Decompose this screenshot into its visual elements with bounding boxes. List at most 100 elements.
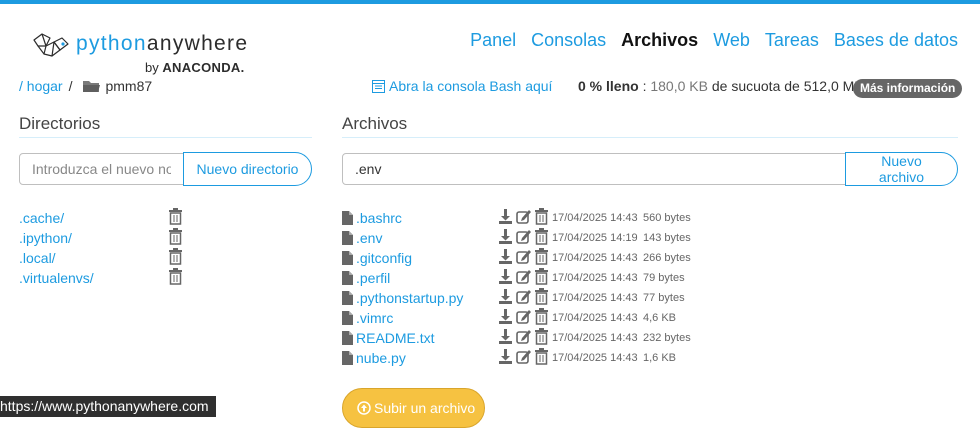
new-directory-button[interactable]: Nuevo directorio: [183, 152, 312, 186]
file-size: 1,6 KB: [643, 352, 677, 364]
more-info-badge[interactable]: Más información: [853, 79, 963, 98]
new-file-input[interactable]: [342, 153, 846, 185]
file-size: 266 bytes: [643, 252, 691, 264]
delete-directory-trash-icon[interactable]: [168, 268, 183, 288]
download-icon[interactable]: [498, 248, 513, 268]
file-actions: [498, 288, 549, 308]
edit-icon[interactable]: [516, 308, 531, 328]
file-icon: [342, 271, 353, 285]
download-icon[interactable]: [498, 228, 513, 248]
logo-wordmark: pythonanywhere: [76, 32, 249, 55]
nav-consolas[interactable]: Consolas: [531, 30, 606, 51]
file-link[interactable]: nube.py: [356, 350, 406, 366]
file-link[interactable]: .pythonstartup.py: [356, 290, 463, 306]
delete-trash-icon[interactable]: [534, 268, 549, 288]
file-icon: [342, 211, 353, 225]
download-icon[interactable]: [498, 308, 513, 328]
file-size: 77 bytes: [643, 292, 685, 304]
file-link[interactable]: .vimrc: [356, 310, 393, 326]
upload-file-button[interactable]: Subir un archivo: [342, 388, 485, 428]
upload-circle-icon: [357, 401, 371, 415]
new-directory-input[interactable]: [19, 153, 184, 185]
edit-icon[interactable]: [516, 248, 531, 268]
file-link[interactable]: .bashrc: [356, 210, 402, 226]
file-modified-date: 17/04/2025 14:43: [552, 252, 638, 264]
terminal-icon: [372, 79, 385, 93]
download-icon[interactable]: [498, 268, 513, 288]
bash-console-link[interactable]: Abra la consola Bash aquí: [372, 78, 552, 94]
browser-status-bar: https://www.pythonanywhere.com: [0, 396, 216, 417]
snake-logo-icon: [33, 33, 69, 57]
file-modified-date: 17/04/2025 14:43: [552, 292, 638, 304]
file-icon: [342, 231, 353, 245]
edit-icon[interactable]: [516, 228, 531, 248]
delete-trash-icon[interactable]: [534, 208, 549, 228]
nav-panel[interactable]: Panel: [470, 30, 516, 51]
download-icon[interactable]: [498, 348, 513, 368]
file-actions: [498, 308, 549, 328]
file-icon: [342, 311, 353, 325]
file-icon: [342, 291, 353, 305]
directory-link[interactable]: .virtualenvs/: [19, 270, 94, 286]
file-size: 560 bytes: [643, 212, 691, 224]
file-modified-date: 17/04/2025 14:19: [552, 232, 638, 244]
edit-icon[interactable]: [516, 348, 531, 368]
file-actions: [498, 348, 549, 368]
download-icon[interactable]: [498, 208, 513, 228]
edit-icon[interactable]: [516, 208, 531, 228]
file-actions: [498, 248, 549, 268]
breadcrumb-current: pmm87: [105, 78, 153, 94]
edit-icon[interactable]: [516, 268, 531, 288]
file-size: 143 bytes: [643, 232, 691, 244]
quota-used: 180,0 KB: [650, 78, 708, 94]
delete-trash-icon[interactable]: [534, 348, 549, 368]
file-size: 232 bytes: [643, 332, 691, 344]
directories-divider: [19, 137, 312, 138]
file-actions: [498, 268, 549, 288]
nav-archivos[interactable]: Archivos: [621, 30, 698, 51]
delete-directory-trash-icon[interactable]: [168, 208, 183, 228]
file-actions: [498, 208, 549, 228]
delete-directory-trash-icon[interactable]: [168, 228, 183, 248]
file-link[interactable]: .perfil: [356, 270, 390, 286]
edit-icon[interactable]: [516, 288, 531, 308]
file-actions: [498, 328, 549, 348]
new-file-button[interactable]: Nuevo archivo: [845, 152, 958, 186]
quota-total: de sucuota de 512,0 MB: [707, 78, 864, 94]
top-accent-bar: [0, 0, 980, 4]
quota-info: 0 % lleno : 180,0 KB de sucuota de 512,0…: [578, 78, 864, 94]
directory-link[interactable]: .ipython/: [19, 230, 72, 246]
file-icon: [342, 251, 353, 265]
file-link[interactable]: .gitconfig: [356, 250, 412, 266]
files-title: Archivos: [342, 114, 408, 133]
nav-web[interactable]: Web: [713, 30, 750, 51]
directory-link[interactable]: .cache/: [19, 210, 64, 226]
files-divider: [342, 137, 958, 138]
folder-icon: [83, 81, 101, 92]
directory-link[interactable]: .local/: [19, 250, 56, 266]
file-icon: [342, 351, 353, 365]
breadcrumb: / hogar / pmm87: [19, 78, 152, 94]
delete-trash-icon[interactable]: [534, 228, 549, 248]
download-icon[interactable]: [498, 288, 513, 308]
nav-tareas[interactable]: Tareas: [765, 30, 819, 51]
delete-trash-icon[interactable]: [534, 288, 549, 308]
breadcrumb-home[interactable]: / hogar: [19, 78, 63, 94]
delete-directory-trash-icon[interactable]: [168, 248, 183, 268]
breadcrumb-separator: /: [68, 78, 73, 94]
delete-trash-icon[interactable]: [534, 308, 549, 328]
file-actions: [498, 228, 549, 248]
file-link[interactable]: .env: [356, 230, 382, 246]
nav-bases-de-datos[interactable]: Bases de datos: [834, 30, 958, 51]
pythonanywhere-logo[interactable]: pythonanywhere by ANACONDA.: [30, 30, 260, 76]
download-icon[interactable]: [498, 328, 513, 348]
upload-label: Subir un archivo: [374, 400, 476, 416]
file-link[interactable]: README.txt: [356, 330, 435, 346]
file-icon: [342, 331, 353, 345]
delete-trash-icon[interactable]: [534, 248, 549, 268]
delete-trash-icon[interactable]: [534, 328, 549, 348]
file-modified-date: 17/04/2025 14:43: [552, 312, 638, 324]
edit-icon[interactable]: [516, 328, 531, 348]
quota-colon: :: [638, 78, 651, 94]
bash-console-label: Abra la consola Bash aquí: [389, 78, 553, 94]
